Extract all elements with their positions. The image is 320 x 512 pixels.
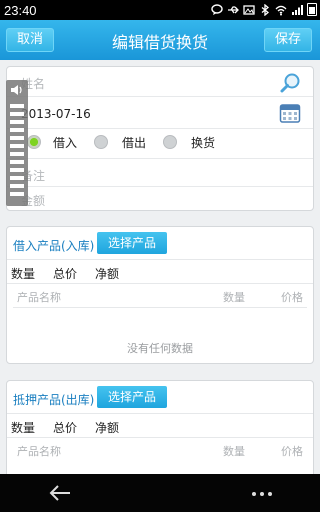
volume-level-bar [10,136,24,140]
divider [7,437,313,438]
title-bar: 取消 编辑借货换货 保存 [0,20,320,60]
volume-level-bar [10,104,24,108]
radio-borrow-in[interactable] [27,135,41,149]
divider [7,283,313,284]
back-arrow-icon[interactable] [48,484,72,502]
search-icon[interactable] [279,72,301,94]
volume-level-bar [10,176,24,180]
radio-label-borrow-in: 借入 [53,136,78,150]
status-bar: 23:40 [0,0,320,20]
column-product-name: 产品名称 [17,291,61,304]
chat-bubble-icon [211,3,223,15]
status-icons [211,3,317,16]
radio-label-exchange: 换货 [191,136,216,150]
column-price: 价格 [281,291,303,304]
column-quantity: 数量 [223,445,245,458]
note-row[interactable]: 备注 [7,159,313,187]
dot [268,492,272,496]
date-row[interactable]: 2013-07-16 [7,97,313,129]
column-quantity: 数量 [223,291,245,304]
save-button[interactable]: 保存 [263,28,312,52]
volume-level-bar [10,128,24,132]
radio-lend-out[interactable] [94,135,108,149]
battery-icon [307,3,317,16]
more-options-icon[interactable] [252,492,272,496]
column-price: 价格 [281,445,303,458]
volume-level-bar [10,168,24,172]
date-field[interactable]: 2013-07-16 [21,107,91,121]
stat-total: 总价 [53,267,78,281]
usb-icon [228,5,239,13]
stat-quantity: 数量 [11,421,36,435]
image-icon [243,4,255,15]
volume-level-bar [10,120,24,124]
divider [7,259,313,260]
volume-level-bar [10,112,24,116]
dot [260,492,264,496]
volume-level-bar [10,184,24,188]
radio-exchange[interactable] [163,135,177,149]
empty-message: 没有任何数据 [127,342,193,355]
speaker-icon [11,85,22,95]
stat-net: 净额 [95,267,120,281]
column-product-name: 产品名称 [17,445,61,458]
name-row[interactable]: 姓名 [7,67,313,97]
volume-level-bar [10,192,24,196]
select-product-button-out[interactable]: 选择产品 [97,386,168,408]
radio-label-lend-out: 借出 [122,136,147,150]
select-product-button-in[interactable]: 选择产品 [97,232,168,254]
volume-overlay [6,80,28,206]
stat-net: 净额 [95,421,120,435]
divider [13,307,307,308]
volume-level-bar [10,152,24,156]
calendar-icon[interactable] [279,102,301,124]
borrow-in-title: 借入产品(入库) [13,239,95,253]
signal-icon [292,4,303,15]
volume-level-bar [10,160,24,164]
wifi-icon [275,5,287,15]
divider [7,413,313,414]
dot [252,492,256,496]
type-radio-row: 借入 借出 换货 [7,129,313,159]
amount-row[interactable]: 金额 [7,187,313,211]
clock: 23:40 [4,3,37,18]
collateral-out-section: 抵押产品(出库) 选择产品 数量 总价 净额 产品名称 数量 价格 [6,380,314,480]
borrow-in-section: 借入产品(入库) 选择产品 数量 总价 净额 产品名称 数量 价格 没有任何数据 [6,226,314,364]
stat-quantity: 数量 [11,267,36,281]
volume-level-bar [10,144,24,148]
stat-total: 总价 [53,421,78,435]
collateral-out-title: 抵押产品(出库) [13,393,95,407]
form-card: 姓名 2013-07-16 借入 借出 换货 备注 金额 [6,66,314,211]
navigation-bar [0,474,320,512]
bluetooth-icon [261,3,270,16]
